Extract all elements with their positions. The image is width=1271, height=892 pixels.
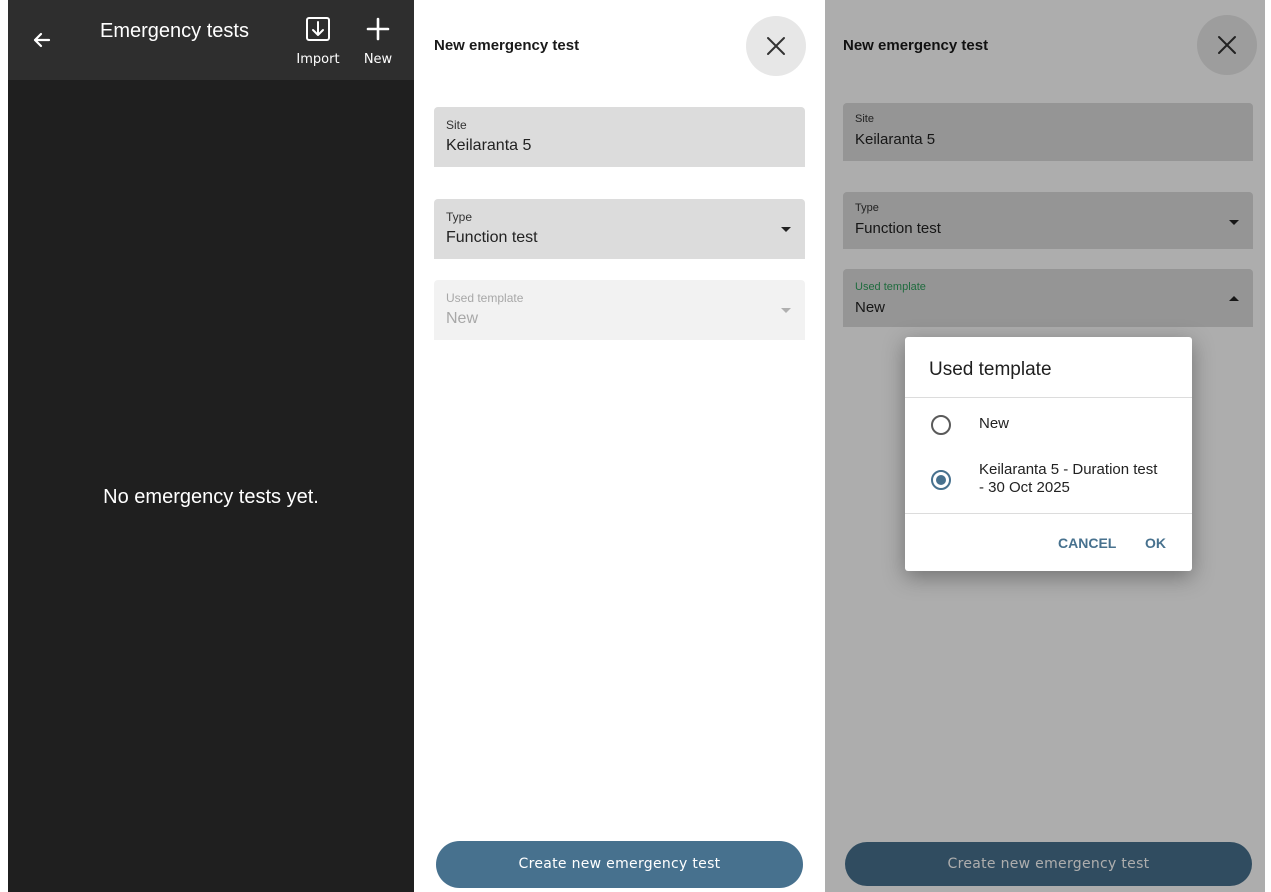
close-button[interactable]: [746, 16, 806, 76]
back-arrow-icon[interactable]: [28, 26, 56, 54]
close-icon: [1218, 36, 1236, 54]
new-label: New: [363, 52, 393, 67]
create-test-button[interactable]: Create new emergency test: [436, 841, 803, 888]
close-icon: [767, 37, 785, 55]
template-dialog: Used template New Keilaranta 5 - Duratio…: [905, 337, 1192, 571]
plus-icon: [366, 17, 390, 41]
divider: [905, 397, 1192, 398]
type-select[interactable]: Type Function test: [843, 192, 1253, 249]
import-button[interactable]: Import: [290, 12, 346, 72]
template-label: Used template: [855, 281, 926, 293]
site-label: Site: [855, 113, 874, 125]
empty-state-message: No emergency tests yet.: [103, 486, 319, 508]
page-title: Emergency tests: [100, 20, 249, 42]
chevron-down-icon: [1229, 220, 1239, 225]
import-label: Import: [296, 52, 340, 67]
close-button[interactable]: [1197, 15, 1257, 75]
create-test-button[interactable]: Create new emergency test: [845, 842, 1252, 886]
template-select[interactable]: Used template New: [843, 269, 1253, 327]
app-bar: Emergency tests Import New: [8, 0, 414, 80]
template-label: Used template: [446, 291, 524, 305]
radio-unselected-icon[interactable]: [931, 415, 951, 435]
radio-selected-icon[interactable]: [931, 470, 951, 490]
template-value: New: [855, 299, 886, 316]
template-select: Used template New: [434, 280, 805, 340]
template-value: New: [446, 310, 479, 327]
site-field[interactable]: Site Keilaranta 5: [843, 103, 1253, 161]
site-value: Keilaranta 5: [446, 137, 532, 154]
type-value: Function test: [855, 220, 941, 237]
option-label: Keilaranta 5 - Duration test - 30 Oct 20…: [979, 461, 1158, 496]
form-title: New emergency test: [843, 37, 989, 54]
type-label: Type: [446, 210, 473, 224]
site-label: Site: [446, 118, 467, 132]
chevron-down-icon: [781, 308, 791, 313]
form-title: New emergency test: [434, 37, 580, 54]
type-select[interactable]: Type Function test: [434, 199, 805, 259]
import-icon: [306, 17, 330, 41]
new-test-form-screen: New emergency test Site Keilaranta 5 Typ…: [416, 0, 822, 892]
cancel-button[interactable]: CANCEL: [1058, 535, 1116, 551]
new-button[interactable]: New: [350, 12, 406, 72]
chevron-up-icon: [1229, 296, 1239, 301]
emergency-tests-screen: Emergency tests Import New No emergency …: [8, 0, 414, 892]
template-dialog-screen: New emergency test Site Keilaranta 5 Typ…: [825, 0, 1265, 892]
dialog-title: Used template: [929, 359, 1052, 380]
divider: [905, 513, 1192, 514]
ok-button[interactable]: OK: [1145, 535, 1166, 551]
type-label: Type: [855, 202, 879, 214]
type-value: Function test: [446, 229, 538, 246]
option-keilaranta-duration[interactable]: Keilaranta 5 - Duration test - 30 Oct 20…: [905, 455, 1192, 505]
chevron-down-icon: [781, 227, 791, 232]
site-field[interactable]: Site Keilaranta 5: [434, 107, 805, 167]
option-label: New: [979, 415, 1010, 432]
option-new[interactable]: New: [905, 407, 1192, 443]
site-value: Keilaranta 5: [855, 131, 936, 148]
